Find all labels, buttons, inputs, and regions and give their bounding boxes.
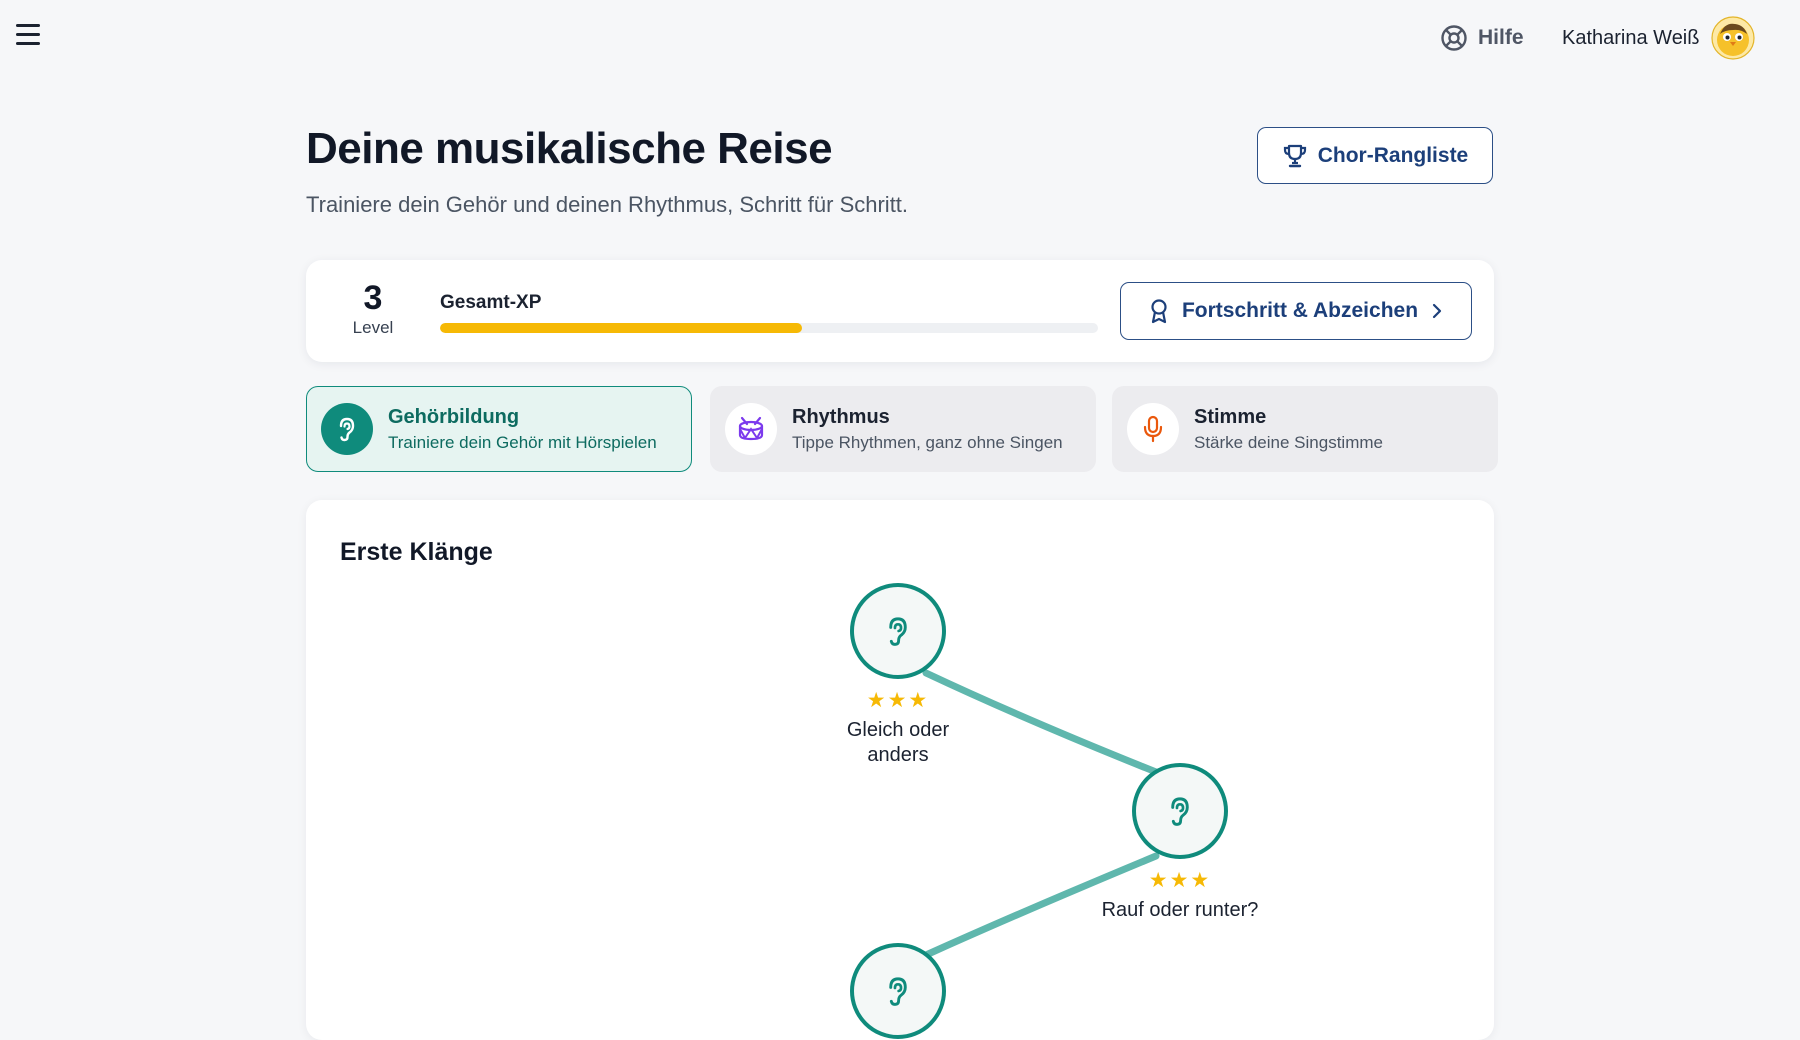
- tab-rhythmus[interactable]: Rhythmus Tippe Rhythmen, ganz ohne Singe…: [710, 386, 1096, 472]
- chevron-right-icon: [1432, 303, 1442, 319]
- tab-title: Gehörbildung: [388, 406, 520, 428]
- tab-stimme[interactable]: Stimme Stärke deine Singstimme: [1112, 386, 1498, 472]
- lesson-stars: ★★★: [1148, 869, 1212, 892]
- lesson-title: Gleich oder anders: [846, 719, 950, 766]
- tab-title: Rhythmus: [792, 406, 890, 428]
- tab-icon-circle: [725, 403, 777, 455]
- hamburger-menu-icon-bar: [16, 42, 40, 45]
- xp-progress-bar: [440, 323, 1098, 333]
- lifebuoy-icon: [1441, 25, 1467, 51]
- tab-subtitle: Trainiere dein Gehör mit Hörspielen: [388, 433, 657, 452]
- lesson-node[interactable]: [850, 583, 946, 679]
- page-title: Deine musikalische Reise: [306, 124, 833, 173]
- tab-title: Stimme: [1194, 406, 1267, 428]
- user-name: Katharina Weiß: [1562, 26, 1700, 49]
- page-subtitle: Trainiere dein Gehör und deinen Rhythmus…: [306, 192, 909, 217]
- tab-icon-circle: [1127, 403, 1179, 455]
- hamburger-menu-icon: [16, 24, 40, 27]
- microphone-icon: [1143, 415, 1163, 443]
- xp-progress-fill: [440, 323, 802, 333]
- lesson-node[interactable]: [1132, 763, 1228, 859]
- help-label: Hilfe: [1478, 26, 1524, 49]
- menu-button[interactable]: [12, 20, 44, 48]
- leaderboard-button[interactable]: Chor-Rangliste: [1257, 127, 1493, 184]
- learning-path-card: Erste Klänge ★★★ Gleich oder anders ★★★ …: [306, 500, 1494, 1040]
- ribbon-award-icon: [1151, 299, 1167, 324]
- trophy-icon: [1283, 144, 1306, 167]
- avatar: [1711, 16, 1756, 60]
- ear-icon: [339, 417, 355, 442]
- help-link[interactable]: Hilfe: [1440, 20, 1524, 56]
- tab-subtitle: Tippe Rhythmen, ganz ohne Singen: [792, 433, 1063, 452]
- drum-icon: [738, 416, 764, 441]
- lesson-node[interactable]: [850, 943, 946, 1039]
- progress-badges-label: Fortschritt & Abzeichen: [1181, 299, 1419, 322]
- level-card: 3 Level Gesamt-XP 180 Fortschritt & Abze…: [306, 260, 1494, 362]
- tab-subtitle: Stärke deine Singstimme: [1194, 433, 1383, 452]
- leaderboard-label: Chor-Rangliste: [1317, 143, 1469, 167]
- level-number: 3: [363, 279, 383, 317]
- tab-gehoerbildung[interactable]: Gehörbildung Trainiere dein Gehör mit Hö…: [306, 386, 692, 472]
- level-label: Level: [352, 318, 394, 337]
- tab-icon-circle: [321, 403, 373, 455]
- hamburger-menu-icon-bar: [16, 33, 40, 36]
- user-menu[interactable]: Katharina Weiß: [1562, 16, 1756, 60]
- ear-icon: [889, 617, 907, 646]
- xp-label: Gesamt-XP: [440, 292, 542, 313]
- lesson-title: Rauf oder runter?: [1101, 899, 1259, 921]
- ear-icon: [1171, 797, 1189, 826]
- lesson-stars: ★★★: [866, 689, 930, 712]
- progress-badges-button[interactable]: Fortschritt & Abzeichen: [1120, 282, 1472, 340]
- ear-icon: [889, 977, 907, 1006]
